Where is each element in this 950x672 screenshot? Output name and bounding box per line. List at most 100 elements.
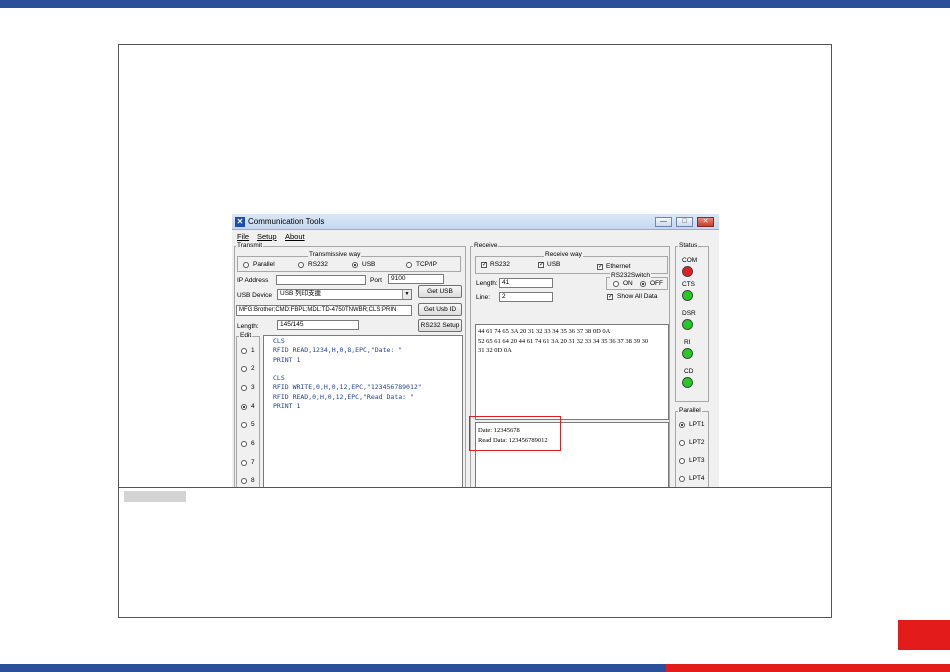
hex-line: 31 32 0D 0A <box>478 347 512 354</box>
edit-3-label: 3 <box>251 384 255 391</box>
switch-on-radio[interactable] <box>613 281 619 287</box>
command-text: CLS RFID READ,1234,H,0,8,EPC,"Date: " PR… <box>273 337 422 411</box>
edit-3-radio[interactable] <box>241 385 247 391</box>
way-usb-radio[interactable] <box>352 262 358 268</box>
edit-2-label: 2 <box>251 365 255 372</box>
minimize-button[interactable]: — <box>655 217 672 227</box>
switch-off-label: OFF <box>650 280 663 287</box>
receive-way-label: Receive way <box>544 251 583 258</box>
status-group-label: Status <box>678 242 699 249</box>
edit-5-label: 5 <box>251 421 255 428</box>
lpt1-radio[interactable] <box>679 422 685 428</box>
way-parallel-label: Parallel <box>253 261 275 268</box>
led-cd-label: CD <box>684 368 694 375</box>
title-bar: ✕ Communication Tools — □ ✕ <box>232 214 719 230</box>
port-label: Port <box>370 277 382 284</box>
menu-file[interactable]: File <box>237 232 249 241</box>
edit-group-label: Edit <box>239 332 253 339</box>
usb-device-value: USB 列印支援 <box>280 290 322 297</box>
port-field[interactable]: 9100 <box>388 274 444 284</box>
hex-line: 52 65 61 64 20 44 61 74 61 3A 20 31 32 3… <box>478 337 649 345</box>
receive-ethernet-checkbox[interactable]: ✓ <box>597 264 603 270</box>
edit-8-label: 8 <box>251 477 255 484</box>
usb-device-label: USB Device <box>237 292 273 299</box>
edit-4-label: 4 <box>251 403 255 410</box>
lpt4-radio[interactable] <box>679 476 685 482</box>
show-all-data-label: Show All Data <box>617 293 658 300</box>
close-button[interactable]: ✕ <box>697 217 714 227</box>
lpt2-label: LPT2 <box>689 439 705 446</box>
way-rs232-radio[interactable] <box>298 262 304 268</box>
page-marker-box <box>898 620 950 650</box>
transmit-length-field: 145/145 <box>277 320 359 330</box>
led-cd-indicator <box>682 377 693 388</box>
menu-setup[interactable]: Setup <box>257 232 277 241</box>
edit-6-radio[interactable] <box>241 441 247 447</box>
top-accent-bar <box>0 0 950 8</box>
way-tcpip-label: TCP/IP <box>416 261 437 268</box>
usb-device-select[interactable]: USB 列印支援 <box>277 289 412 300</box>
receive-rs232-checkbox[interactable]: ✓ <box>481 262 487 268</box>
menu-about[interactable]: About <box>285 232 305 241</box>
transmissive-way-label: Transmissive way <box>308 251 362 258</box>
transmit-group-label: Transmit <box>236 242 264 249</box>
edit-group <box>236 336 260 488</box>
hex-output-panel[interactable]: 44 61 74 65 3A 20 31 32 33 34 35 36 37 3… <box>475 324 669 420</box>
rs232-setup-button[interactable]: RS232 Setup <box>418 319 462 332</box>
led-dsr-indicator <box>682 319 693 330</box>
receive-usb-checkbox[interactable]: ✓ <box>538 262 544 268</box>
switch-off-radio[interactable] <box>640 281 646 287</box>
bottom-accent-bar <box>0 664 666 672</box>
led-cts-label: CTS <box>682 281 695 288</box>
edit-4-radio[interactable] <box>241 404 247 410</box>
led-ri-label: RI <box>684 339 691 346</box>
edit-7-radio[interactable] <box>241 460 247 466</box>
way-tcpip-radio[interactable] <box>406 262 412 268</box>
get-usb-button[interactable]: Get USB <box>418 285 462 298</box>
led-cts-indicator <box>682 290 693 301</box>
receive-length-label: Length: <box>476 280 498 287</box>
led-dsr-label: DSR <box>682 310 696 317</box>
led-ri-indicator <box>682 348 693 359</box>
edit-6-label: 6 <box>251 440 255 447</box>
edit-2-radio[interactable] <box>241 366 247 372</box>
receive-rs232-label: RS232 <box>490 261 510 268</box>
lpt3-radio[interactable] <box>679 458 685 464</box>
bottom-accent-bar-red <box>666 664 950 672</box>
receive-ethernet-label: Ethernet <box>606 263 631 270</box>
lpt4-label: LPT4 <box>689 475 705 482</box>
gray-caption-tab <box>124 491 186 502</box>
chevron-down-icon[interactable]: ▼ <box>402 290 411 299</box>
lpt2-radio[interactable] <box>679 440 685 446</box>
way-parallel-radio[interactable] <box>243 262 249 268</box>
ip-address-label: IP Address <box>237 277 269 284</box>
maximize-button[interactable]: □ <box>676 217 693 227</box>
edit-1-radio[interactable] <box>241 348 247 354</box>
led-com-label: COM <box>682 257 698 264</box>
lpt3-label: LPT3 <box>689 457 705 464</box>
show-all-data-checkbox[interactable]: ✓ <box>607 294 613 300</box>
receive-group-label: Receive <box>473 242 499 249</box>
receive-length-field: 41 <box>499 278 553 288</box>
rs232-switch-label: RS232Switch <box>610 272 652 279</box>
edit-5-radio[interactable] <box>241 422 247 428</box>
way-usb-label: USB <box>362 261 376 268</box>
hex-line: 44 61 74 65 3A 20 31 32 33 34 35 36 37 3… <box>478 328 611 335</box>
edit-1-label: 1 <box>251 347 255 354</box>
lpt1-label: LPT1 <box>689 421 705 428</box>
led-com-indicator <box>682 266 693 277</box>
edit-8-radio[interactable] <box>241 478 247 484</box>
transmit-length-label: Length: <box>237 323 259 330</box>
receive-usb-label: USB <box>547 261 561 268</box>
usb-id-field[interactable]: MFG:Brother;CMD:FBPL;MDL:TD-4750TNWBR;CL… <box>236 305 412 316</box>
menu-bar: File Setup About <box>232 231 719 242</box>
window-title: Communication Tools <box>248 217 325 226</box>
receive-line-label: Line: <box>476 294 491 301</box>
frame-divider <box>118 487 832 488</box>
get-usb-id-button[interactable]: Get Usb ID <box>418 303 462 316</box>
app-icon: ✕ <box>235 217 245 227</box>
highlight-callout-box <box>469 416 561 451</box>
ip-address-field[interactable] <box>276 275 366 285</box>
receive-line-field: 2 <box>499 292 553 302</box>
parallel-group-label: Parallel <box>678 407 702 414</box>
